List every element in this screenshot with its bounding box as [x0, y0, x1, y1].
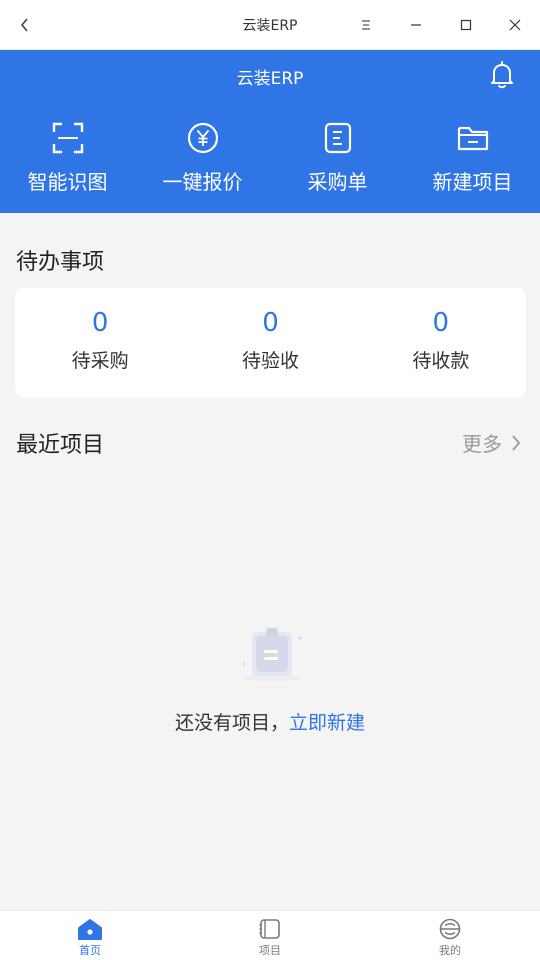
quick-action-smart-scan[interactable]: 智能识图 [0, 120, 135, 200]
todo-pending-acceptance[interactable]: 0 待验收 [185, 288, 355, 398]
empty-state-illustration [232, 624, 312, 684]
document-icon [324, 122, 351, 154]
empty-clipboard-icon [242, 628, 302, 681]
bell-icon [491, 61, 513, 89]
window-menu-button[interactable] [354, 13, 378, 37]
profile-icon [439, 918, 461, 940]
chevron-left-icon [20, 18, 28, 32]
tab-label: 首页 [79, 944, 101, 957]
todo-pending-payment[interactable]: 0 待收款 [356, 288, 526, 398]
minimize-icon [411, 24, 421, 26]
tab-label: 我的 [439, 944, 461, 957]
todo-count: 0 [432, 308, 450, 338]
app-header: 云装ERP 智能识图 一键报价 采购单 新建项目 [0, 50, 540, 213]
folder-open-icon [457, 126, 488, 151]
quick-action-new-project[interactable]: 新建项目 [405, 120, 540, 200]
bottom-tabbar: 首页 项目 我的 [0, 910, 540, 960]
todo-label: 待采购 [71, 350, 129, 372]
close-icon [509, 19, 521, 31]
recent-section-title: 最近项目 [16, 433, 105, 458]
window-close-button[interactable] [503, 13, 527, 37]
todo-count: 0 [262, 308, 279, 338]
scan-icon [52, 122, 83, 154]
todo-card: 0 待采购 0 待验收 0 待收款 [15, 288, 526, 398]
create-project-link[interactable]: 立即新建 [289, 712, 365, 734]
quick-action-label: 新建项目 [432, 170, 513, 194]
todo-section-title: 待办事项 [16, 250, 105, 275]
quick-action-label: 智能识图 [27, 170, 108, 194]
quick-action-label: 一键报价 [162, 170, 243, 194]
todo-pending-purchase[interactable]: 0 待采购 [15, 288, 185, 398]
maximize-icon [460, 19, 472, 31]
quick-actions: 智能识图 一键报价 采购单 新建项目 [0, 120, 540, 200]
more-label: 更多 [462, 432, 502, 456]
tab-home[interactable]: 首页 [0, 911, 180, 960]
yen-circle-icon [187, 122, 218, 154]
home-icon [78, 919, 102, 940]
window-minimize-button[interactable] [404, 13, 428, 37]
window-titlebar: 云装ERP [0, 0, 540, 50]
empty-state-text: 还没有项目， [174, 712, 289, 734]
quick-action-label: 采购单 [307, 170, 368, 194]
window-maximize-button[interactable] [454, 13, 478, 37]
todo-label: 待收款 [412, 350, 470, 372]
menu-icon [362, 20, 370, 30]
notifications-button[interactable] [486, 59, 518, 91]
empty-state-message: 还没有项目，立即新建 [0, 708, 540, 735]
tab-profile[interactable]: 我的 [360, 911, 540, 960]
todo-count: 0 [91, 308, 109, 338]
back-button[interactable] [14, 13, 36, 37]
notebook-icon [259, 919, 280, 939]
app-title: 云装ERP [236, 69, 304, 89]
chevron-right-icon [512, 434, 521, 451]
todo-label: 待验收 [241, 350, 299, 372]
tab-label: 项目 [259, 944, 281, 957]
quick-action-quote[interactable]: 一键报价 [135, 120, 270, 200]
tab-projects[interactable]: 项目 [180, 911, 360, 960]
quick-action-purchase-order[interactable]: 采购单 [270, 120, 405, 200]
more-link[interactable]: 更多 [462, 428, 524, 457]
